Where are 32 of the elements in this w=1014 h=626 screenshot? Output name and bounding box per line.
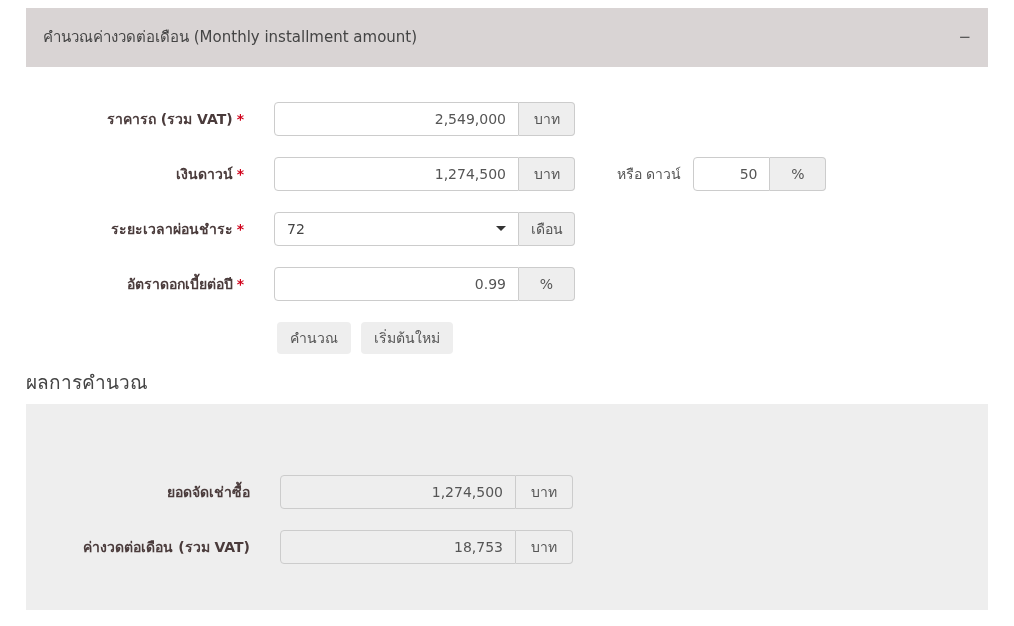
- unit-addon: %: [519, 267, 575, 301]
- required-mark: *: [236, 274, 244, 294]
- result-label: ยอดจัดเช่าซื้อ: [167, 481, 250, 502]
- input-field[interactable]: 0.99: [274, 267, 519, 301]
- panel-header[interactable]: คำนวณค่างวดต่อเดือน (Monthly installment amount) −: [26, 8, 988, 67]
- required-mark: *: [236, 219, 244, 239]
- select-field[interactable]: 72: [274, 212, 519, 246]
- field-label: ราคารถ (รวม VAT): [106, 109, 233, 129]
- action-button[interactable]: เริ่มต้นใหม่: [361, 322, 453, 354]
- field-label: ระยะเวลาผ่อนชำระ: [110, 219, 233, 239]
- unit-addon: %: [770, 157, 827, 191]
- input-field[interactable]: 1,274,500: [274, 157, 519, 191]
- field-label: หรือ ดาวน์: [617, 164, 682, 184]
- field-label: อัตราดอกเบี้ยต่อปี: [126, 273, 233, 294]
- field-label: เงินดาวน์: [175, 164, 233, 184]
- unit-addon: บาท: [519, 157, 575, 191]
- unit-addon: บาท: [516, 475, 573, 509]
- unit-addon: บาท: [519, 102, 575, 136]
- result-field[interactable]: 1,274,500: [280, 475, 516, 509]
- input-field[interactable]: 2,549,000: [274, 102, 519, 136]
- unit-addon: บาท: [516, 530, 573, 564]
- result-label: ค่างวดต่อเดือน (รวม VAT): [83, 537, 250, 557]
- input-field[interactable]: 50: [693, 157, 771, 191]
- panel-title: คำนวณค่างวดต่อเดือน (Monthly installment amount): [43, 27, 418, 49]
- result-field[interactable]: 18,753: [280, 530, 516, 564]
- results-heading: ผลการคำนวณ: [26, 370, 149, 395]
- required-mark: *: [236, 109, 244, 129]
- required-mark: *: [236, 164, 244, 184]
- action-button[interactable]: คำนวณ: [277, 322, 351, 354]
- collapse-toggle[interactable]: −: [958, 26, 971, 49]
- unit-addon: เดือน: [519, 212, 575, 246]
- caret-icon: [496, 226, 506, 232]
